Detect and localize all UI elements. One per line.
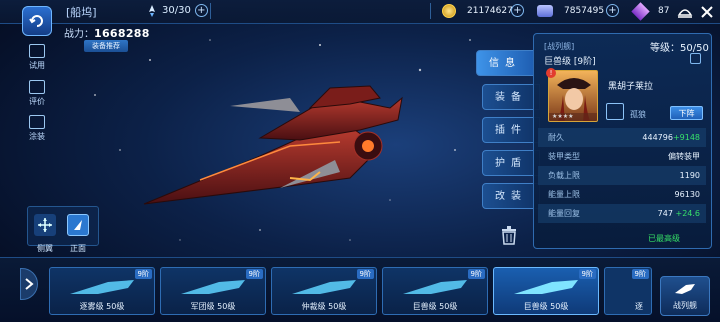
ship-card-name: 巨兽级 50级: [412, 302, 458, 311]
tab-equipment[interactable]: 装备: [482, 84, 540, 110]
ship-card-selected[interactable]: 9阶 巨兽级 50级: [493, 267, 599, 315]
trial-button[interactable]: 试用: [27, 44, 47, 71]
stat-label: 耐久: [548, 133, 564, 142]
trial-label: 试用: [29, 61, 45, 70]
notification-icon[interactable]: [676, 3, 694, 21]
back-button[interactable]: [22, 6, 52, 36]
ship-thumbnail-icon: [514, 280, 578, 294]
stat-row: 耐久 444796+9148: [538, 128, 706, 147]
ship-thumbnail-icon: [403, 280, 467, 294]
front-view-label: 正面: [70, 244, 86, 253]
stat-row: 能量回复 747 +24.6: [538, 204, 706, 223]
stat-value: 96130: [674, 190, 700, 199]
unassign-captain-button[interactable]: 下阵: [670, 106, 703, 120]
gem-icon: [537, 5, 553, 17]
equipment-recommend-button[interactable]: 装备推荐: [84, 40, 128, 52]
stat-value: 747 +24.6: [657, 209, 700, 218]
stat-value: 444796+9148: [642, 133, 700, 142]
gold-add-button[interactable]: +: [511, 4, 524, 17]
alert-badge-icon: !: [546, 68, 556, 78]
fleet-count-value: 30/30: [162, 5, 191, 16]
check-box-icon: [29, 44, 45, 58]
ship-card[interactable]: 9阶 逐: [604, 267, 652, 315]
divider: [210, 3, 211, 19]
max-level-status: 已最高级: [648, 234, 680, 243]
crystal-resource: 87: [631, 1, 675, 21]
captain-role: 孤狼: [630, 110, 646, 119]
captain-stars: ★★★★: [552, 113, 574, 120]
ship-card-name: 逐: [635, 302, 643, 311]
wolf-icon: [606, 103, 624, 120]
tab-refit[interactable]: 改装: [482, 183, 540, 209]
battleship-filter-button[interactable]: 战列舰: [660, 276, 710, 316]
ship-card-name: 军团级 50级: [190, 302, 236, 311]
tier-badge: 9阶: [631, 269, 649, 279]
captain-portrait[interactable]: ★★★★: [548, 70, 598, 122]
gold-coin-icon: [442, 4, 456, 18]
ship-card-name: 仲裁级 50级: [301, 302, 347, 311]
crystal-value: 87: [658, 6, 670, 16]
paint-button[interactable]: 涂装: [27, 115, 47, 142]
battleship-label: 战列舰: [673, 301, 697, 310]
combat-power-label: 战力：: [64, 29, 94, 40]
ship-card-name: 巨兽级 50级: [523, 302, 569, 311]
stat-row: 装甲类型 偏转装甲: [538, 147, 706, 166]
side-view-label: 侧翼: [37, 244, 53, 253]
review-button[interactable]: 评价: [27, 80, 47, 107]
front-view-button[interactable]: [67, 214, 89, 236]
combat-power: 战力：1668288: [64, 25, 150, 40]
gem-resource: 7857495: [537, 4, 610, 18]
ship-name: 巨兽级 [9阶]: [544, 57, 596, 67]
trash-icon[interactable]: [500, 225, 518, 245]
ship-thumbnail-icon: [292, 280, 356, 294]
ship-card[interactable]: 9阶 军团级 50级: [160, 267, 266, 315]
stat-value: 1190: [679, 171, 700, 180]
captain-name: 黑胡子莱拉: [608, 82, 654, 92]
rocket-icon: [149, 4, 155, 17]
ship-level: 等级：50/50: [650, 43, 709, 54]
ship-card-name: 逐雾级 50级: [79, 302, 125, 311]
tab-plugins[interactable]: 插件: [482, 117, 540, 143]
ship-thumbnail-icon: [181, 280, 245, 294]
divider: [430, 3, 431, 19]
fleet-count: 30/30 +: [146, 4, 208, 17]
page-title: [船坞]: [66, 6, 97, 19]
battleship-model: [143, 85, 403, 205]
side-view-button[interactable]: [34, 214, 56, 236]
stat-row: 负载上限 1190: [538, 166, 706, 185]
rename-icon[interactable]: [690, 53, 701, 64]
battleship-icon: [675, 284, 695, 294]
paint-label: 涂装: [29, 132, 45, 141]
fleet-add-button[interactable]: +: [194, 4, 208, 17]
gem-add-button[interactable]: +: [606, 4, 619, 17]
paint-icon: [29, 115, 45, 129]
back-arrow-icon: [29, 15, 43, 27]
chevron-right-icon: [25, 278, 34, 290]
stat-row: 能量上限 96130: [538, 185, 706, 204]
ship-card[interactable]: 9阶 逐雾级 50级: [49, 267, 155, 315]
combat-power-value: 1668288: [94, 27, 150, 40]
stat-label: 能量上限: [548, 190, 580, 199]
stat-value: 偏转装甲: [668, 152, 700, 161]
ship-class: [战列舰]: [544, 42, 575, 51]
ship-card[interactable]: 9阶 巨兽级 50级: [382, 267, 488, 315]
ship-thumbnail-icon: [70, 280, 134, 294]
stat-label: 负载上限: [548, 171, 580, 180]
ship-front-icon: [74, 220, 82, 230]
move-arrows-icon: [38, 218, 52, 232]
review-label: 评价: [29, 97, 45, 106]
close-icon[interactable]: [698, 3, 716, 21]
tab-shield[interactable]: 护盾: [482, 150, 540, 176]
tab-info[interactable]: 信息: [476, 50, 534, 76]
gold-resource: 21174627: [442, 4, 519, 18]
stat-label: 装甲类型: [548, 152, 580, 161]
review-icon: [29, 80, 45, 94]
stat-label: 能量回复: [548, 209, 580, 218]
ship-card[interactable]: 9阶 仲裁级 50级: [271, 267, 377, 315]
ship-stats: 耐久 444796+9148 装甲类型 偏转装甲 负载上限 1190 能量上限 9613…: [538, 128, 706, 223]
crystal-icon: [631, 1, 650, 21]
gem-value: 7857495: [564, 6, 605, 16]
